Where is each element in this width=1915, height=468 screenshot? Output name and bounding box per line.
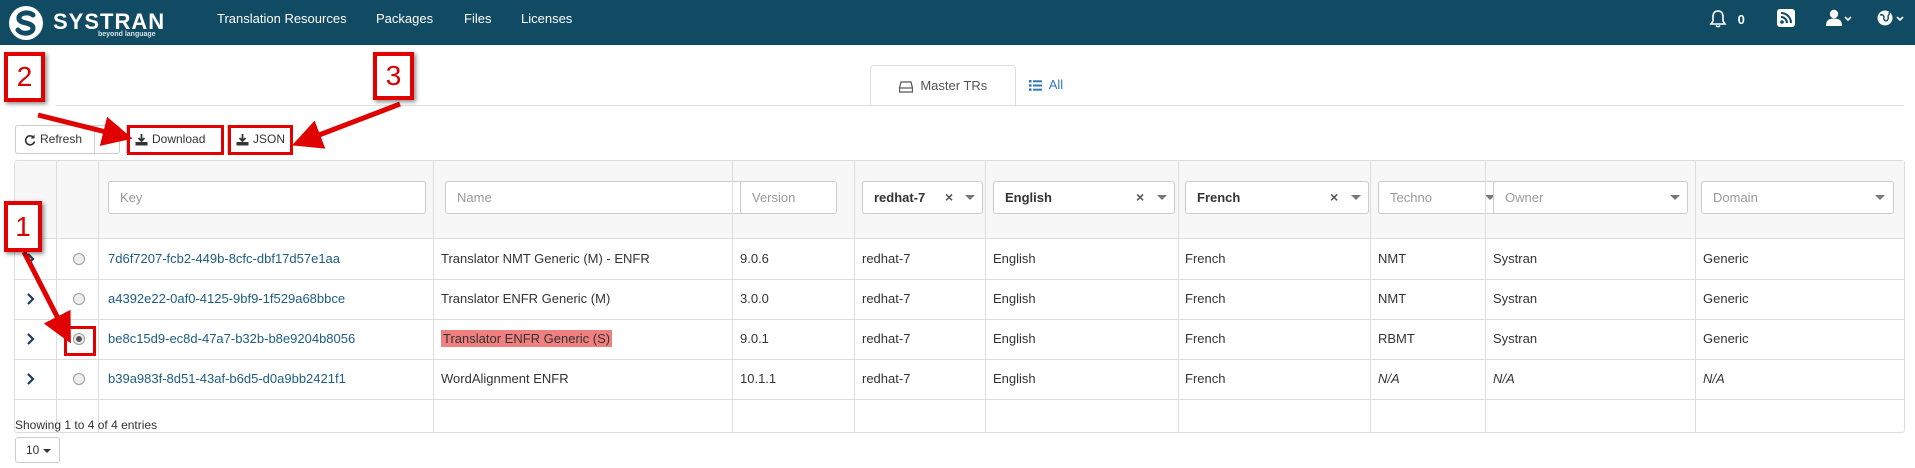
arrow-to-radio <box>21 250 71 344</box>
arrow-to-json <box>291 101 401 149</box>
callout-3: 3 <box>373 52 414 100</box>
callout-2: 2 <box>4 52 45 102</box>
annotation-arrows <box>21 101 401 344</box>
arrow-to-download <box>37 112 133 146</box>
callout-1: 1 <box>4 201 42 252</box>
